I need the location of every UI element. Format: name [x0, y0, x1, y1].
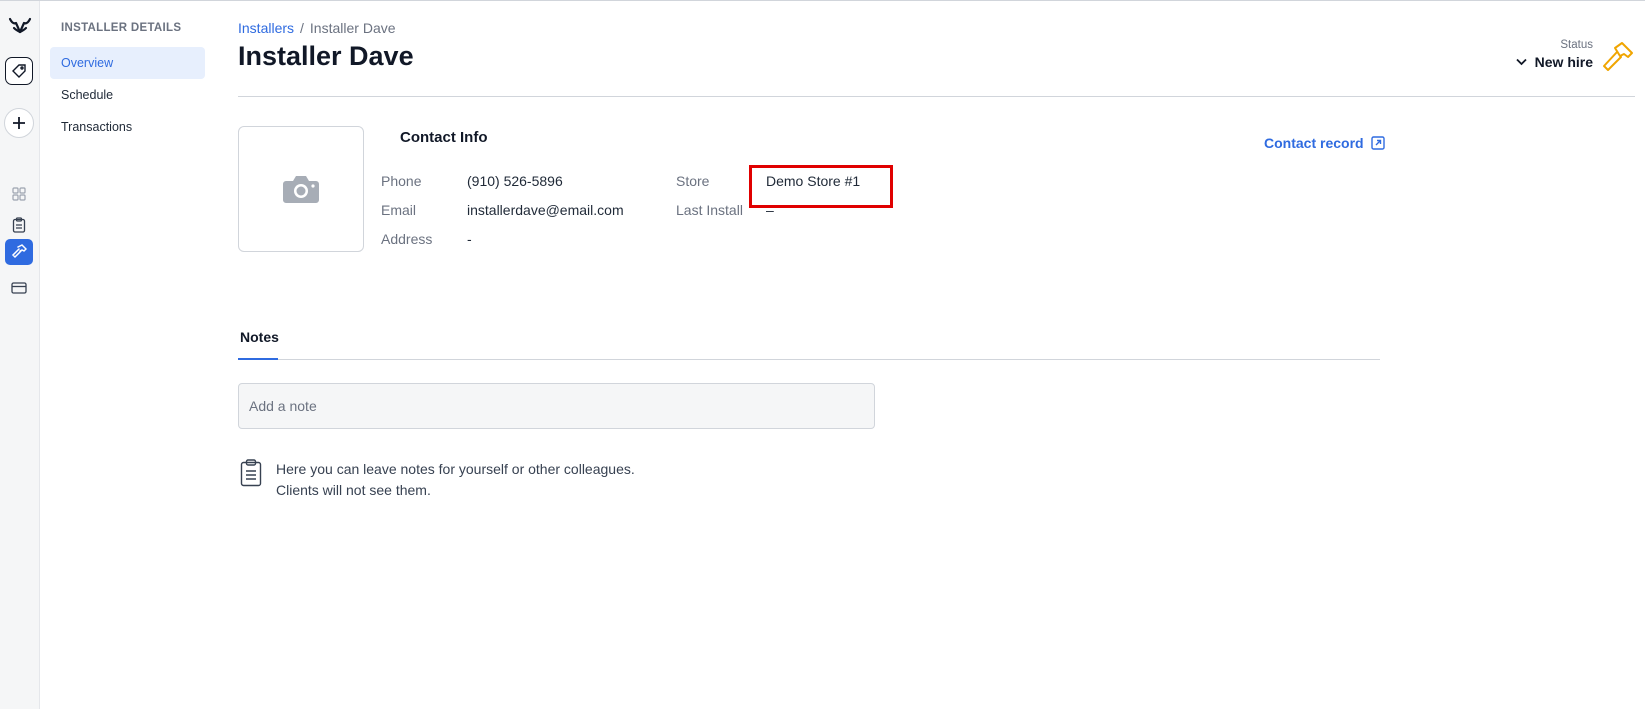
- contact-record-label: Contact record: [1264, 135, 1364, 151]
- chevron-down-icon: [1516, 58, 1527, 66]
- phone-label: Phone: [381, 173, 422, 189]
- breadcrumb-separator: /: [300, 20, 304, 36]
- clipboard-icon[interactable]: [5, 212, 33, 238]
- status-value-row: New hire: [1516, 54, 1593, 70]
- notes-hint-line1: Here you can leave notes for yourself or…: [276, 461, 635, 477]
- status-hammer-icon: [1601, 41, 1635, 78]
- email-value: installerdave@email.com: [467, 202, 624, 218]
- tab-notes-active-indicator: [238, 358, 278, 360]
- contact-info-title: Contact Info: [400, 129, 488, 146]
- status-dropdown[interactable]: Status New hire: [1516, 39, 1593, 70]
- hammer-icon[interactable]: [5, 239, 33, 265]
- header-divider: [238, 96, 1635, 97]
- external-link-icon: [1370, 136, 1385, 150]
- contact-record-link[interactable]: Contact record: [1264, 135, 1385, 151]
- email-label: Email: [381, 202, 417, 218]
- last-install-value: –: [766, 202, 774, 218]
- status-value: New hire: [1534, 54, 1593, 70]
- tabs-divider: [238, 359, 1380, 360]
- tab-notes[interactable]: Notes: [238, 329, 279, 359]
- subnav-item-overview[interactable]: Overview: [50, 47, 205, 79]
- subnav-item-schedule[interactable]: Schedule: [50, 79, 205, 111]
- phone-value: (910) 526-5896: [467, 173, 563, 189]
- card-icon[interactable]: [5, 275, 33, 301]
- installer-subnav: INSTALLER DETAILS Overview Schedule Tran…: [40, 1, 212, 709]
- subnav-title: INSTALLER DETAILS: [61, 22, 182, 34]
- breadcrumb: Installers / Installer Dave: [238, 20, 396, 36]
- notes-hint: Here you can leave notes for yourself or…: [276, 459, 635, 501]
- tag-icon[interactable]: [5, 57, 33, 85]
- address-value: -: [467, 231, 472, 247]
- breadcrumb-current: Installer Dave: [309, 20, 396, 36]
- camera-icon: [283, 176, 319, 203]
- subnav-item-transactions[interactable]: Transactions: [50, 111, 205, 143]
- notes-clipboard-icon: [240, 459, 262, 492]
- add-note-input[interactable]: [238, 383, 875, 429]
- grid-icon[interactable]: [5, 181, 33, 207]
- plus-icon[interactable]: [4, 108, 34, 138]
- logo-icon[interactable]: [0, 11, 40, 41]
- icon-rail: [0, 1, 40, 709]
- store-label: Store: [676, 173, 710, 189]
- main-content: Installers / Installer Dave Installer Dave…: [212, 1, 1645, 709]
- breadcrumb-installers-link[interactable]: Installers: [238, 20, 294, 36]
- installer-photo-placeholder[interactable]: [238, 126, 364, 252]
- notes-hint-line2: Clients will not see them.: [276, 482, 431, 498]
- address-label: Address: [381, 231, 433, 247]
- last-install-label: Last Install: [676, 202, 743, 218]
- page-title: Installer Dave: [238, 41, 414, 71]
- status-label: Status: [1560, 39, 1593, 51]
